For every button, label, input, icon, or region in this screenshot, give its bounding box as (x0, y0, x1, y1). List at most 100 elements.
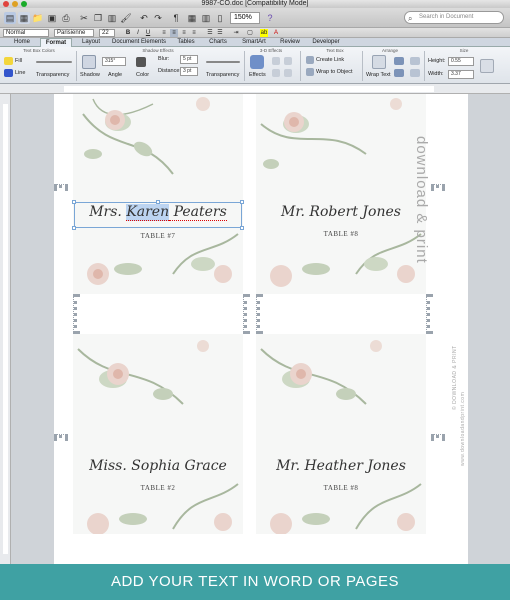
search-placeholder: Search in Document (419, 14, 474, 20)
highlight-icon[interactable]: ab (260, 29, 268, 37)
distance-input[interactable]: 3 pt (180, 67, 198, 76)
resize-handle[interactable] (72, 226, 76, 230)
shadow-color-icon[interactable] (136, 57, 146, 67)
tab-charts[interactable]: Charts (204, 38, 232, 47)
wrap-to-object-label[interactable]: Wrap to Object (316, 69, 353, 75)
tab-developer[interactable]: Developer (308, 38, 344, 47)
zoom-select[interactable]: 150% (230, 12, 260, 24)
format-painter-icon[interactable]: 🖌 (120, 12, 132, 24)
italic-button[interactable]: I (134, 29, 142, 37)
bold-button[interactable]: B (124, 29, 132, 37)
align-center-icon[interactable]: ≡ (170, 29, 178, 37)
blur-label: Blur: (158, 56, 170, 62)
group-text-box-colors: Text Box Colors (23, 48, 55, 53)
resize-handle[interactable] (240, 226, 244, 230)
crop-mark (54, 434, 68, 438)
undo-icon[interactable]: ↶ (138, 12, 150, 24)
width-input[interactable]: 3.37 (448, 70, 474, 79)
help-icon[interactable]: ? (264, 12, 276, 24)
align-objects-icon[interactable] (410, 57, 420, 65)
tilt-right-icon[interactable] (284, 69, 292, 77)
copy-icon[interactable]: ❐ (92, 12, 104, 24)
ribbon-format: Text Box Colors Shadow Effects 3-D Effec… (0, 47, 510, 84)
arrange-forward-icon[interactable] (394, 57, 404, 65)
table-number-label[interactable]: TABLE #8 (256, 230, 426, 238)
tab-home[interactable]: Home (8, 38, 36, 47)
search-input[interactable]: ⌕ Search in Document (404, 11, 504, 24)
tilt-down-icon[interactable] (284, 57, 292, 65)
place-card: Mr. Robert Jones TABLE #8 (256, 94, 426, 294)
save-icon[interactable]: ▣ (46, 12, 58, 24)
fold-guide (256, 294, 260, 334)
tab-document-elements[interactable]: Document Elements (110, 38, 168, 47)
angle-label: Angle (108, 72, 123, 78)
tab-tables[interactable]: Tables (172, 38, 200, 47)
tab-smartart[interactable]: SmartArt (236, 38, 272, 47)
font-size-select[interactable]: 22 (99, 29, 115, 37)
create-link-icon[interactable] (306, 56, 314, 64)
tab-review[interactable]: Review (276, 38, 304, 47)
bullets-icon[interactable]: ☰ (206, 29, 214, 37)
banner-text: ADD YOUR TEXT IN WORD OR PAGES (110, 573, 400, 590)
redo-icon[interactable]: ↷ (152, 12, 164, 24)
templates-icon[interactable]: ▦ (18, 12, 30, 24)
height-input[interactable]: 0.55 (448, 57, 474, 66)
sidebar-icon[interactable]: ▯ (214, 12, 226, 24)
paste-icon[interactable]: ▥ (106, 12, 118, 24)
wrap-text-icon[interactable] (372, 55, 386, 69)
resize-handle[interactable] (156, 200, 160, 204)
blur-input[interactable]: 5 pt (180, 55, 198, 64)
size-lock-icon[interactable] (480, 59, 494, 73)
columns-icon[interactable]: ▥ (200, 12, 212, 24)
font-select[interactable]: Parisienne (54, 29, 94, 37)
tab-format[interactable]: Format (40, 38, 72, 47)
print-icon[interactable]: ⎙ (60, 12, 72, 24)
wrap-to-object-icon[interactable] (306, 68, 314, 76)
table-number-label[interactable]: TABLE #8 (256, 484, 426, 492)
justify-icon[interactable]: ≡ (190, 29, 198, 37)
horizontal-ruler[interactable] (0, 84, 510, 94)
resize-handle[interactable] (240, 200, 244, 204)
new-document-icon[interactable]: ▤ (4, 12, 16, 24)
3d-effects-icon[interactable] (250, 55, 264, 69)
open-folder-icon[interactable]: 📁 (32, 12, 44, 24)
indent-icon[interactable]: ⇥ (232, 29, 240, 37)
wrap-text-label[interactable]: Wrap Text (366, 72, 391, 78)
resize-handle[interactable] (72, 200, 76, 204)
shadow-icon[interactable] (82, 55, 96, 69)
align-left-icon[interactable]: ≡ (160, 29, 168, 37)
table-icon[interactable]: ▦ (186, 12, 198, 24)
align-right-icon[interactable]: ≡ (180, 29, 188, 37)
show-formatting-icon[interactable]: ¶ (170, 12, 182, 24)
tab-layout[interactable]: Layout (76, 38, 106, 47)
angle-select[interactable]: 315° (102, 57, 126, 66)
guest-name-text[interactable]: Mr. Robert Jones (256, 204, 426, 220)
tilt-up-icon[interactable] (272, 57, 280, 65)
text-box-selection[interactable] (72, 200, 244, 230)
table-number-label[interactable]: TABLE #7 (73, 232, 243, 240)
fill-label: Fill (15, 58, 23, 64)
fill-icon[interactable] (4, 57, 13, 65)
transparency-slider[interactable] (36, 61, 72, 63)
numbering-icon[interactable]: ☰ (216, 29, 224, 37)
borders-icon[interactable]: ▢ (246, 29, 254, 37)
guest-name-text[interactable]: Mr. Heather Jones (256, 458, 426, 474)
group-shadow-effects: Shadow Effects (142, 48, 174, 53)
table-number-label[interactable]: TABLE #2 (73, 484, 243, 492)
shadow-transparency-slider[interactable] (206, 61, 240, 63)
style-select[interactable]: Normal (3, 29, 49, 37)
vertical-ruler[interactable] (0, 94, 11, 564)
create-link-label[interactable]: Create Link (316, 57, 344, 63)
group-text-box: Text Box (326, 48, 344, 53)
underline-button[interactable]: U (144, 29, 152, 37)
line-icon[interactable] (4, 69, 13, 77)
document-page[interactable]: Mrs. Karen Peaters TABLE #7 Mr. Robert J… (54, 94, 468, 564)
font-color-icon[interactable]: A (272, 29, 280, 37)
guest-name-text[interactable]: Miss. Sophia Grace (73, 458, 243, 474)
shadow-label: Shadow (80, 72, 100, 78)
rotate-icon[interactable] (410, 69, 420, 77)
tilt-left-icon[interactable] (272, 69, 280, 77)
promo-banner: ADD YOUR TEXT IN WORD OR PAGES (0, 564, 510, 600)
arrange-backward-icon[interactable] (394, 69, 404, 77)
cut-icon[interactable]: ✂ (78, 12, 90, 24)
